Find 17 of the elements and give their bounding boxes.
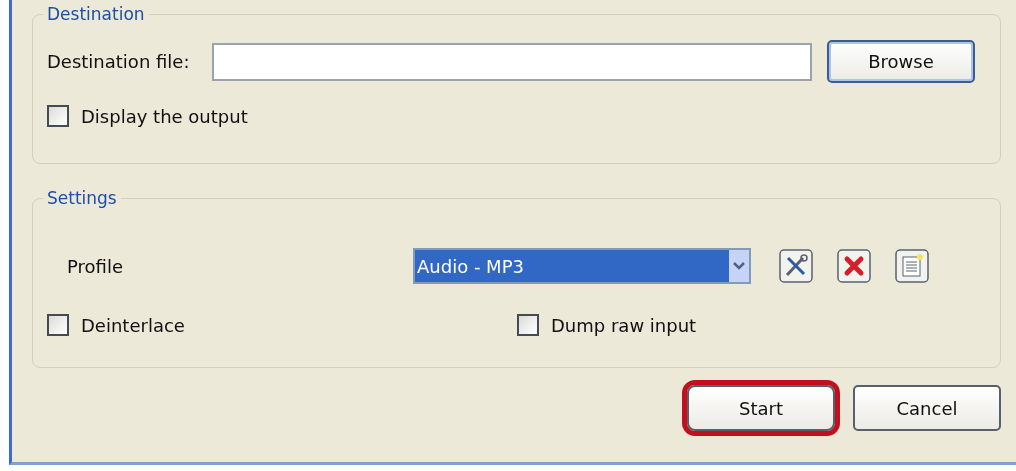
destination-file-field[interactable] xyxy=(212,42,812,81)
field-label: Destination file: xyxy=(47,51,191,72)
checkbox[interactable] xyxy=(47,105,69,127)
browse-button[interactable]: Browse xyxy=(827,40,975,83)
new-profile-icon[interactable] xyxy=(895,249,929,283)
group-title: Settings xyxy=(46,188,118,208)
profile-dropdown[interactable]: Audio - MP3 xyxy=(413,248,751,284)
delete-icon[interactable] xyxy=(837,249,871,283)
cancel-button[interactable]: Cancel xyxy=(853,385,1001,431)
checkbox-label: Deinterlace xyxy=(81,314,185,336)
checkbox-label: Dump raw input xyxy=(551,314,697,336)
field-label: Profile xyxy=(66,255,124,277)
checkbox[interactable] xyxy=(517,314,539,336)
group-title: Destination xyxy=(46,4,146,24)
tools-icon[interactable] xyxy=(779,249,813,283)
checkbox[interactable] xyxy=(47,314,69,336)
checkbox-label: Display the output xyxy=(81,105,248,127)
